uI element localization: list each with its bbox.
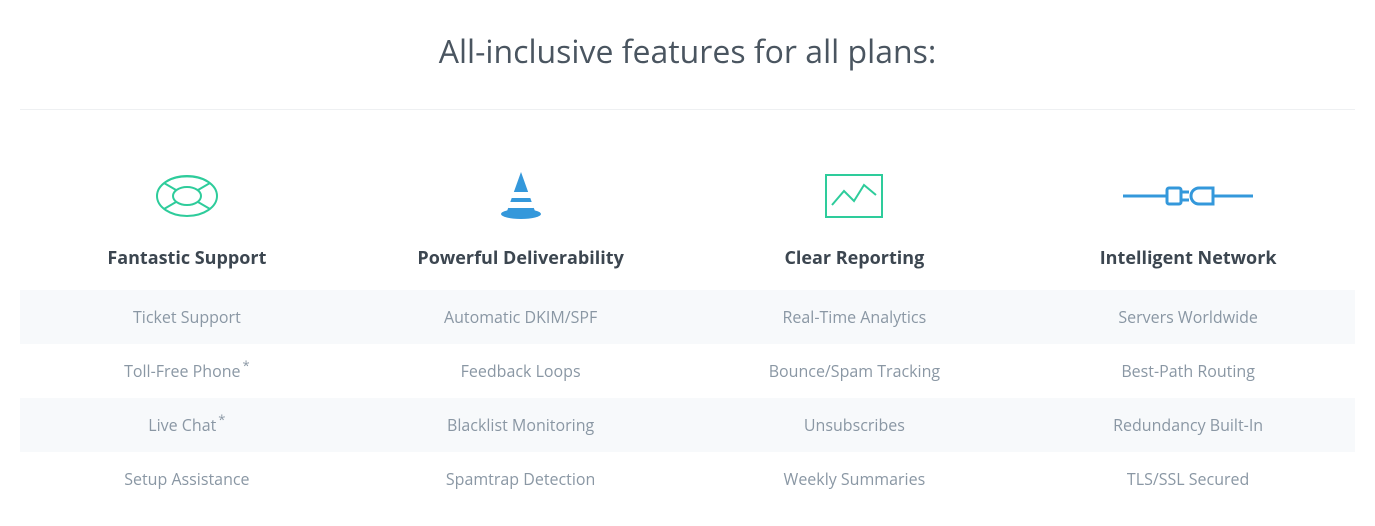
feature-cell: Live Chat* (20, 398, 354, 452)
feature-cell: Setup Assistance (20, 452, 354, 506)
feature-cell: Unsubscribes (688, 398, 1022, 452)
feature-cell: Toll-Free Phone* (20, 344, 354, 398)
column-title-network: Intelligent Network (1021, 246, 1355, 270)
feature-cell: Real-Time Analytics (688, 290, 1022, 344)
feature-cell: TLS/SSL Secured (1021, 452, 1355, 506)
column-title-reporting: Clear Reporting (688, 246, 1022, 270)
column-title-deliverability: Powerful Deliverability (354, 246, 688, 270)
feature-cell: Spamtrap Detection (354, 452, 688, 506)
lifebuoy-icon (20, 166, 354, 226)
feature-row: Toll-Free Phone* Feedback Loops Bounce/S… (20, 344, 1355, 398)
feature-row: Ticket Support Automatic DKIM/SPF Real-T… (20, 290, 1355, 344)
feature-cell: Servers Worldwide (1021, 290, 1355, 344)
feature-row: Live Chat* Blacklist Monitoring Unsubscr… (20, 398, 1355, 452)
asterisk: * (243, 356, 250, 374)
feature-cell: Redundancy Built-In (1021, 398, 1355, 452)
feature-cell: Ticket Support (20, 290, 354, 344)
column-title-support: Fantastic Support (20, 246, 354, 270)
feature-row: Setup Assistance Spamtrap Detection Week… (20, 452, 1355, 506)
feature-cell: Blacklist Monitoring (354, 398, 688, 452)
feature-columns-header: Fantastic Support Powerful Deliverabilit… (20, 166, 1355, 290)
feature-cell: Weekly Summaries (688, 452, 1022, 506)
cone-icon (354, 166, 688, 226)
feature-cell: Bounce/Spam Tracking (688, 344, 1022, 398)
asterisk: * (218, 410, 225, 428)
feature-cell: Automatic DKIM/SPF (354, 290, 688, 344)
page-title: All-inclusive features for all plans: (20, 30, 1355, 110)
feature-cell: Best-Path Routing (1021, 344, 1355, 398)
plug-icon (1021, 166, 1355, 226)
chart-icon (688, 166, 1022, 226)
feature-cell: Feedback Loops (354, 344, 688, 398)
